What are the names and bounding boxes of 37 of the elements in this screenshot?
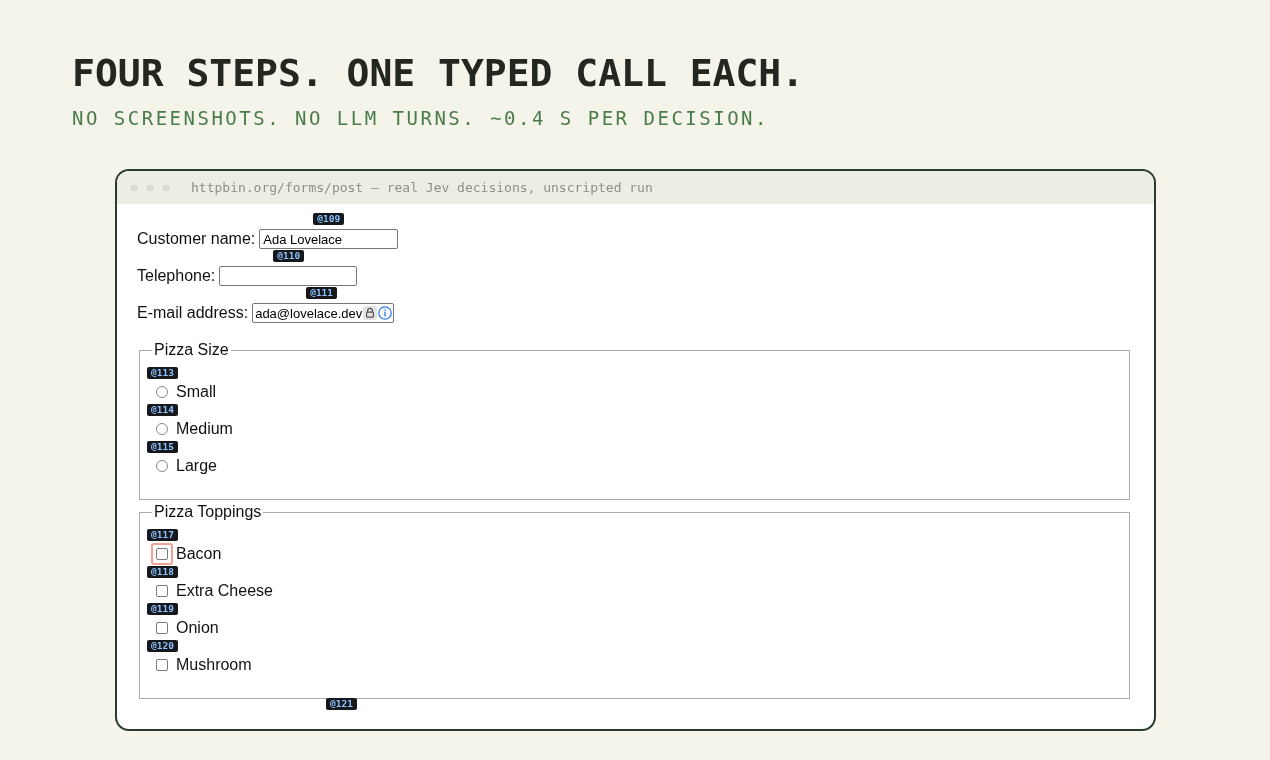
option-label: Medium [176, 419, 233, 438]
checkbox[interactable] [156, 621, 168, 634]
page-heading: FOUR STEPS. ONE TYPED CALL EACH. [72, 50, 806, 96]
ref-tag: @120 [147, 640, 178, 652]
info-icon[interactable] [378, 306, 393, 320]
radio-button[interactable] [156, 422, 168, 435]
option-label: Mushroom [176, 655, 252, 674]
ref-tag: @115 [147, 441, 178, 453]
ref-tag: @110 [273, 250, 305, 262]
lock-icon[interactable] [363, 306, 378, 320]
option-label: Small [176, 382, 216, 401]
ref-tag: @117 [147, 529, 178, 541]
page-subheading: NO SCREENSHOTS. NO LLM TURNS. ~0.4 S PER DECISION. [72, 107, 770, 129]
ref-tag: @114 [147, 404, 178, 416]
option-label: Bacon [176, 544, 222, 563]
group-legend: Pizza Size [152, 341, 231, 359]
ref-tag: @119 [147, 603, 178, 615]
field-label: E-mail address: [137, 304, 249, 322]
text-input[interactable]: Ada Lovelace [259, 229, 399, 249]
ref-tag: @111 [306, 287, 338, 299]
window-title: httpbin.org/forms/post — real Jev decisions, unscripted run [191, 180, 653, 195]
checkbox[interactable] [156, 547, 168, 560]
group-legend: Pizza Toppings [152, 503, 264, 521]
radio-button[interactable] [156, 459, 168, 472]
option-label: Onion [176, 618, 219, 637]
ref-tag: @121 [326, 698, 357, 710]
text-input[interactable] [219, 266, 358, 286]
checkbox[interactable] [156, 658, 168, 671]
checkbox[interactable] [156, 584, 168, 597]
ref-tag: @113 [147, 367, 178, 379]
ref-tag: @109 [313, 213, 345, 225]
field-label: Telephone: [137, 267, 216, 285]
ref-tag: @118 [147, 566, 178, 578]
option-label: Large [176, 456, 217, 475]
field-label: Customer name: [137, 230, 256, 248]
option-label: Extra Cheese [176, 581, 273, 600]
radio-button[interactable] [156, 385, 168, 398]
